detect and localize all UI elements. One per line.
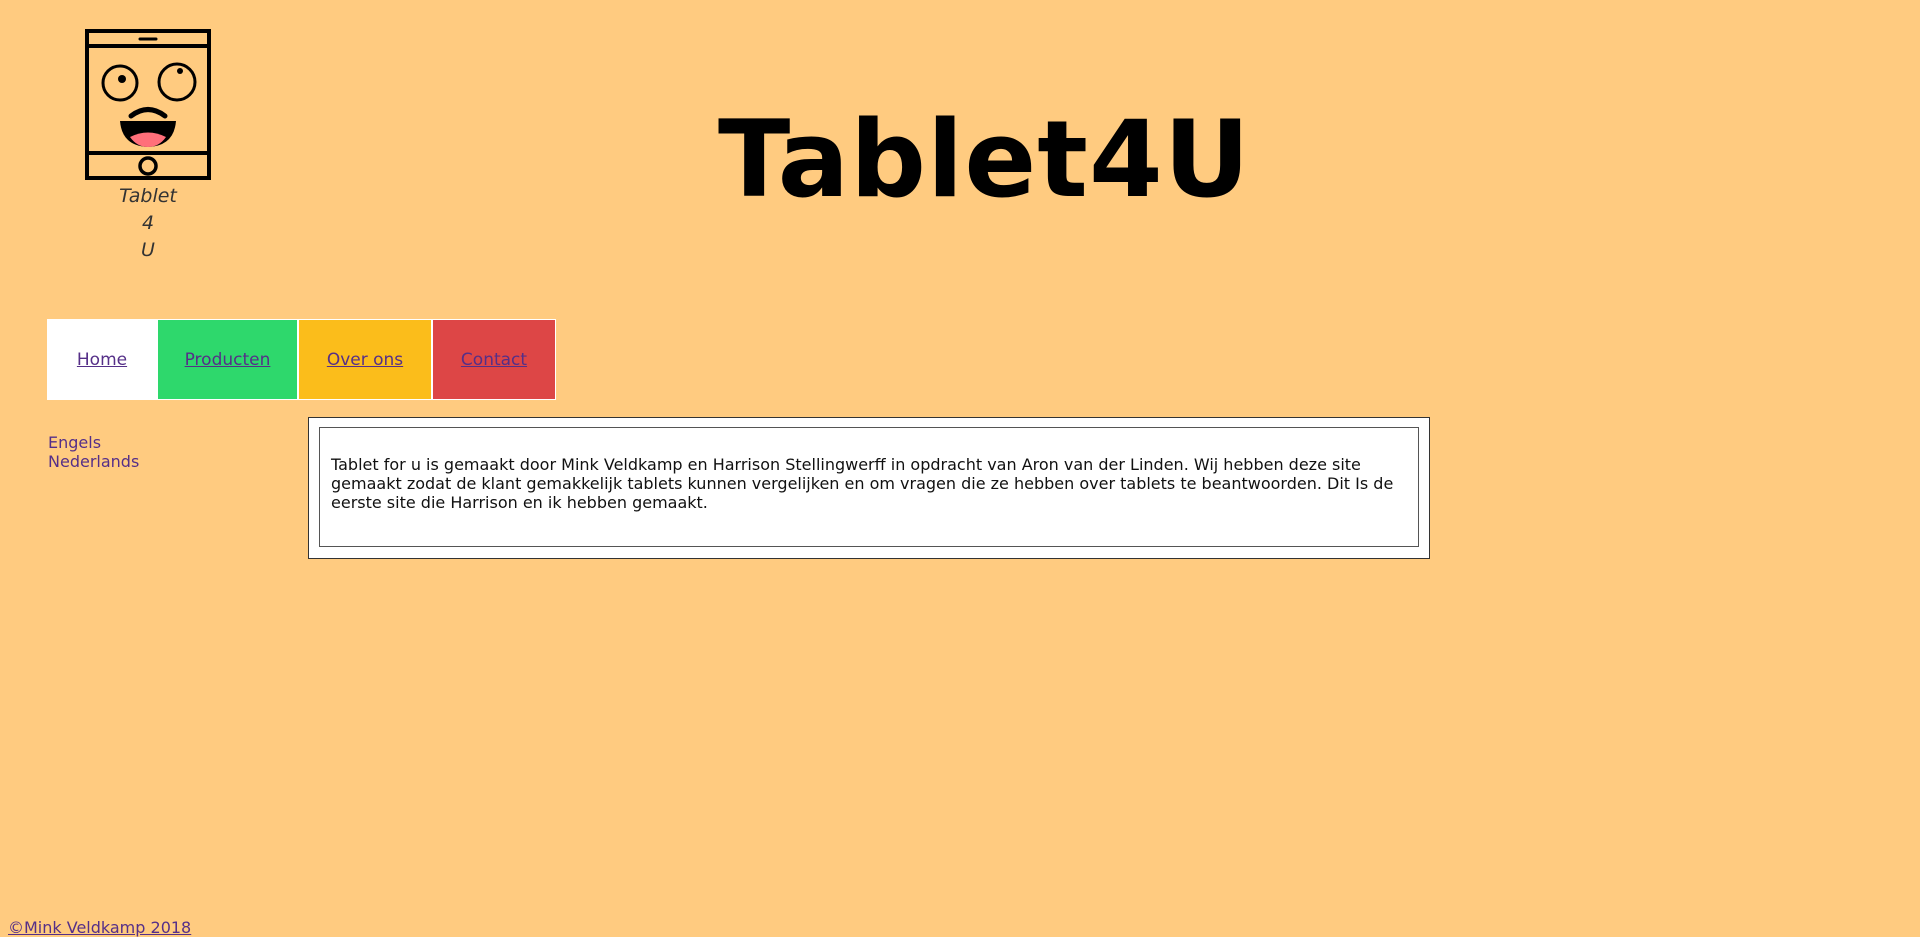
language-switcher: Engels Nederlands (48, 433, 139, 471)
logo-caption: Tablet 4 U (84, 183, 212, 264)
logo-caption-line: Tablet (119, 185, 177, 207)
nav-contact-link[interactable]: Contact (432, 319, 556, 400)
language-english-link[interactable]: Engels (48, 433, 139, 452)
intro-text: Tablet for u is gemaakt door Mink Veldka… (331, 455, 1394, 512)
nav-home-link[interactable]: Home (47, 319, 157, 400)
logo-caption-line: 4 (141, 212, 155, 234)
logo-caption-line: U (141, 239, 155, 261)
main-nav: Home Producten Over ons Contact (47, 319, 556, 400)
nav-over-ons-link[interactable]: Over ons (298, 319, 432, 400)
site-title: Tablet4U (718, 98, 1251, 221)
copyright-link[interactable]: ©Mink Veldkamp 2018 (8, 918, 191, 937)
content-box: Tablet for u is gemaakt door Mink Veldka… (308, 417, 1430, 559)
logo: Tablet 4 U (84, 28, 212, 264)
tablet-face-logo-icon (85, 29, 211, 180)
nav-producten-link[interactable]: Producten (157, 319, 298, 400)
language-dutch-link[interactable]: Nederlands (48, 452, 139, 471)
content-inner-box: Tablet for u is gemaakt door Mink Veldka… (319, 427, 1419, 547)
